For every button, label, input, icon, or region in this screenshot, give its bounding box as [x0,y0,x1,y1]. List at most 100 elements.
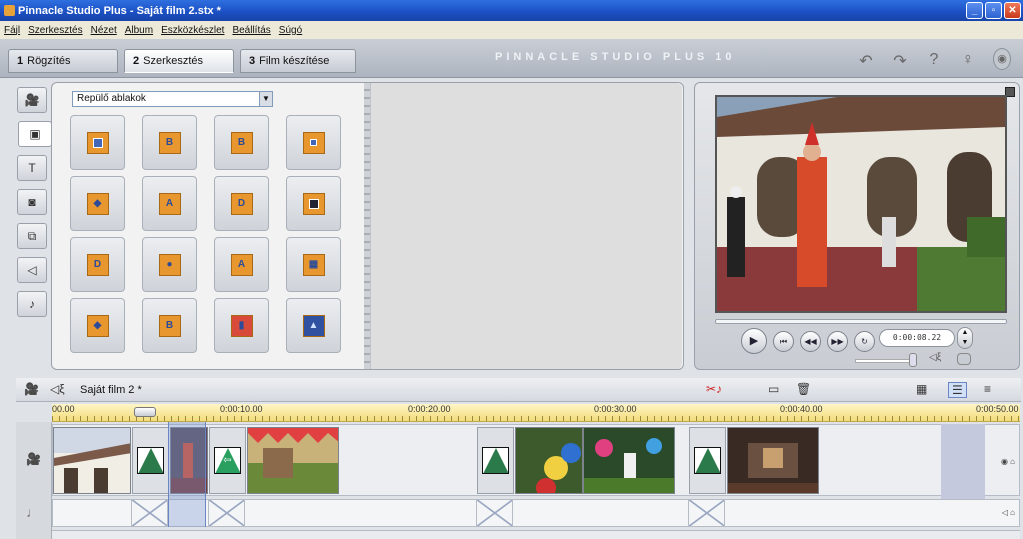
tab-edit[interactable]: 2 Szerkesztés [124,49,234,73]
tab-make-movie[interactable]: 3 Film készítése [240,49,356,73]
titles-tool[interactable]: T [17,155,47,181]
player-panel: ▶ ⏮ ◀◀ ▶▶ ↻ 0:00:08.22 ▲ ▼ ◁ξ [694,82,1020,370]
disc-icon[interactable]: ◉ [993,48,1011,70]
hint-icon[interactable]: ♀ [959,51,977,71]
video-scenes-tool[interactable]: 🎥 [17,87,47,113]
app-window: Pinnacle Studio Plus - Saját film 2.stx … [0,0,1023,539]
transition-item[interactable]: ◆ [70,298,125,353]
track-lock-icon[interactable]: ◉ ⌂ [1001,457,1015,466]
timeline-view-icon[interactable]: ☰ [948,382,967,398]
fast-forward-icon[interactable]: ▶▶ [827,330,848,352]
play-icon[interactable]: ▶ [741,328,767,354]
transition-item[interactable]: ▲ [286,298,341,353]
video-transition[interactable] [132,427,169,494]
video-transition[interactable] [477,427,514,494]
transition-item[interactable]: B [142,115,197,170]
video-transition[interactable] [689,427,726,494]
transition-item[interactable] [70,115,125,170]
trash-icon[interactable]: 🗑 [796,382,811,396]
transitions-tool[interactable]: ▣ [18,121,52,147]
volume-slider[interactable] [855,359,917,363]
video-clip[interactable] [515,427,583,494]
audio-lock-icon[interactable]: ◁ ⌂ [1002,508,1015,517]
transition-item[interactable]: ▮ [214,298,269,353]
help-icon[interactable]: ? [925,51,943,71]
video-preview [715,95,1007,313]
timeline-scrollbar[interactable] [52,530,1020,539]
music-tool[interactable]: ♪ [17,291,47,317]
menu-album[interactable]: Album [125,25,153,36]
window-title: Pinnacle Studio Plus - Saját film 2.stx … [18,4,221,17]
timecode-stepper[interactable]: ▲ ▼ [957,327,973,349]
menu-edit[interactable]: Szerkesztés [28,25,82,36]
menu-toolbox[interactable]: Eszközkészlet [161,25,224,36]
ruler-label: 00.00 [52,404,75,414]
video-clip[interactable] [53,427,131,494]
menu-view[interactable]: Nézet [91,25,117,36]
timeline-scrubber-handle[interactable] [134,407,156,417]
transition-item[interactable]: D [70,237,125,292]
speaker-icon[interactable]: ◁ξ [929,352,941,363]
volume-knob[interactable] [909,353,917,367]
split-clip-icon[interactable] [957,353,971,365]
menu-settings[interactable]: Beállítás [232,25,270,36]
timeline-ruler[interactable]: 00.00 0:00:10.00 0:00:20.00 0:00:30.00 0… [52,404,1020,422]
album-section-tabs: 🎥 ▣ T ◙ ⧉ ◁ ♪ [15,85,52,375]
disc-menus-tool[interactable]: ⧉ [17,223,47,249]
transition-item[interactable]: A [214,237,269,292]
redo-icon[interactable]: ↷ [891,51,909,71]
project-title: Saját film 2 * [80,384,142,396]
minimize-button[interactable]: _ [966,2,983,19]
transition-item[interactable]: D [214,176,269,231]
preview-scrubber[interactable] [715,319,1007,324]
transition-item[interactable] [286,115,341,170]
transition-item[interactable]: B [214,115,269,170]
transition-category-dropdown[interactable]: Repülő ablakok ▼ [72,91,273,107]
ruler-label: 0:00:20.00 [408,404,451,414]
transition-item[interactable] [286,176,341,231]
tab-capture[interactable]: 1 Rögzítés [8,49,118,73]
timecode-display[interactable]: 0:00:08.22 [879,329,955,347]
ruler-label: 0:00:50.00 [976,404,1019,414]
transition-item[interactable]: B [142,298,197,353]
audio-clip-icon[interactable]: ♩ [26,504,40,520]
audio-crossfade [131,500,168,526]
transition-item[interactable]: ▦ [286,237,341,292]
sound-effects-tool[interactable]: ◁ [17,257,47,283]
brand-label: PINNACLE STUDIO PLUS 10 [495,51,736,63]
video-track-icon[interactable]: 🎥 [26,452,41,466]
timeline-toolbar: 🎥 ◁ξ Saját film 2 * ✂♪ ▭ 🗑 ▦ ☰ ≡ [16,378,1021,402]
title-bar: Pinnacle Studio Plus - Saját film 2.stx … [0,0,1023,21]
undo-icon[interactable]: ↶ [857,51,875,71]
text-view-icon[interactable]: ≡ [984,382,991,396]
rewind-icon[interactable]: ◀◀ [800,330,821,352]
audio-track-icon[interactable]: ◁ξ [50,382,65,396]
go-to-start-icon[interactable]: ⏮ [773,330,794,352]
storyboard-view-icon[interactable]: ▦ [916,382,927,396]
menu-help[interactable]: Súgó [279,25,302,36]
video-clip[interactable] [727,427,819,494]
video-frame-image [717,97,1005,311]
mode-tab-bar: 1 Rögzítés 2 Szerkesztés 3 Film készítése P… [0,39,1023,78]
clip-properties-icon[interactable]: ▭ [768,382,779,396]
close-button[interactable]: ✕ [1004,2,1021,19]
photos-tool[interactable]: ◙ [17,189,47,215]
ruler-label: 0:00:30.00 [594,404,637,414]
transition-item[interactable]: ◆ [70,176,125,231]
transition-item[interactable]: ● [142,237,197,292]
timeline-panel: 🎥 ◁ξ Saját film 2 * ✂♪ ▭ 🗑 ▦ ☰ ≡ 00.00 0… [16,378,1021,539]
audio-crossfade [688,500,725,526]
menu-file[interactable]: Fájl [4,25,20,36]
razor-mute-icon[interactable]: ✂♪ [706,382,722,396]
video-transition[interactable]: ⇦ [209,427,246,494]
video-track-icon[interactable]: 🎥 [24,382,39,396]
transition-grid: B B ◆ A D D ● A ▦ ◆ B ▮ ▲ [70,115,341,353]
chevron-down-icon[interactable]: ▼ [259,92,272,106]
transition-item[interactable]: A [142,176,197,231]
restore-button[interactable]: ▫ [985,2,1002,19]
video-clip[interactable] [247,427,339,494]
loop-icon[interactable]: ↻ [854,330,875,352]
video-clip[interactable] [583,427,675,494]
track-header: 🎥 ♩ [16,422,52,539]
audio-crossfade [208,500,245,526]
